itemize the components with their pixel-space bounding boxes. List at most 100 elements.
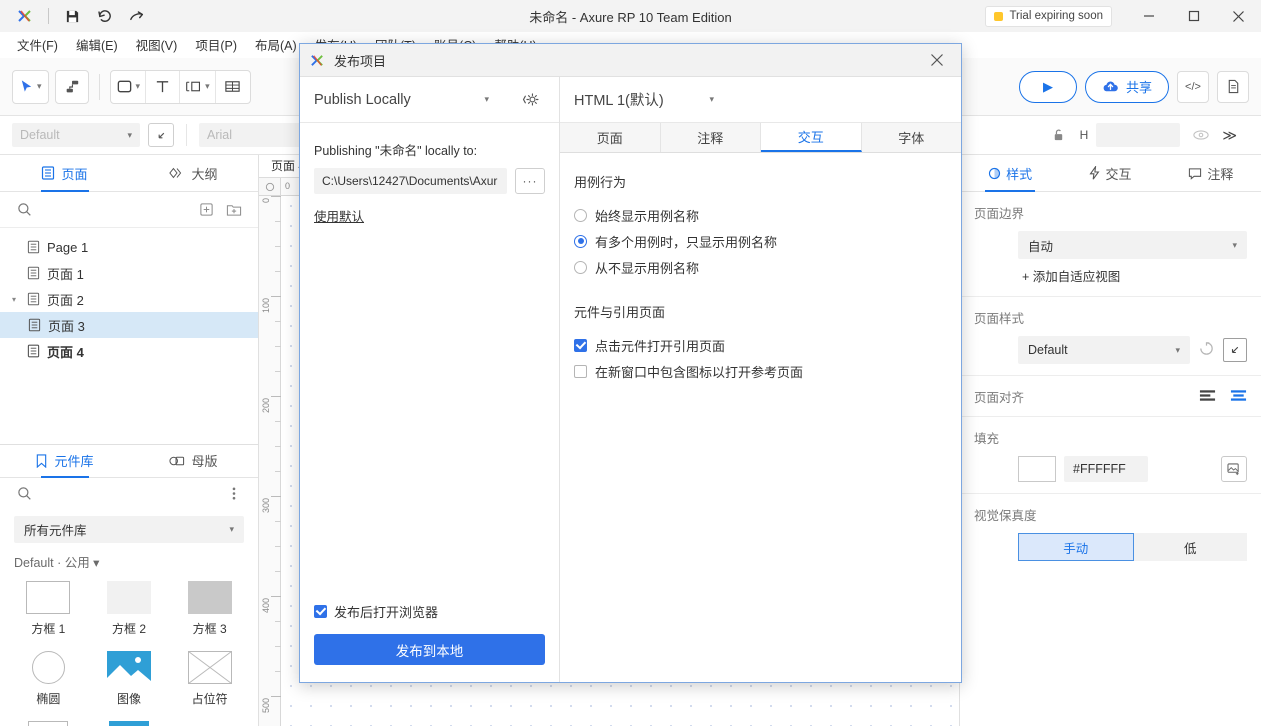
search-icon[interactable] (14, 484, 34, 504)
expand-toolbar-button[interactable]: ≫ (1222, 127, 1249, 144)
tab-pages[interactable]: 页面 (0, 155, 129, 191)
widget-button-outline[interactable]: BUTTON (8, 715, 89, 726)
preview-label: ▶ (1042, 78, 1053, 94)
minimize-button[interactable] (1126, 0, 1171, 32)
html-config-select[interactable]: HTML 1(默认) ▾ (574, 89, 734, 110)
add-adaptive-view-link[interactable]: + 添加自适应视图 (974, 266, 1247, 285)
widget-button-text[interactable]: BUTTON (169, 715, 250, 726)
dialog-tab-fonts[interactable]: 字体 (862, 123, 962, 152)
box-tool-button[interactable]: ▾ (111, 70, 147, 103)
connector-tool-button[interactable] (54, 69, 89, 104)
align-center-icon[interactable] (1230, 389, 1247, 405)
menu-item-file[interactable]: 文件(F) (8, 32, 67, 57)
widget-button-filled[interactable]: BUTTON (89, 715, 170, 726)
menu-item-layout[interactable]: 布局(A) (246, 32, 306, 57)
fill-hex-input[interactable]: #FFFFFF (1064, 456, 1148, 482)
add-page-icon[interactable] (196, 200, 216, 220)
search-icon[interactable] (14, 200, 34, 220)
close-button[interactable] (1216, 0, 1261, 32)
widget-style-select[interactable]: Default ▾ (12, 123, 140, 147)
undo-icon[interactable] (89, 3, 119, 29)
case-behavior-option-multiple[interactable]: 有多个用例时，只显示用例名称 (574, 228, 947, 254)
notes-button[interactable] (1217, 70, 1249, 103)
align-left-icon[interactable] (1199, 389, 1216, 405)
widget-reference-option-click[interactable]: 点击元件打开引用页面 (574, 332, 947, 358)
gear-icon[interactable] (517, 86, 545, 114)
maximize-button[interactable] (1171, 0, 1216, 32)
case-behavior-option-never[interactable]: 从不显示用例名称 (574, 254, 947, 280)
widget-reference-option-newwindow[interactable]: 在新窗口中包含图标以打开参考页面 (574, 358, 947, 384)
library-group-label[interactable]: Default · 公用 ▾ (0, 543, 258, 575)
inspect-code-button[interactable]: </> (1177, 70, 1209, 103)
widget-image[interactable]: 图像 (89, 645, 170, 713)
trial-status-badge[interactable]: Trial expiring soon (985, 5, 1112, 27)
publish-to-local-button[interactable]: 发布到本地 (314, 634, 545, 665)
dialog-close-icon[interactable] (923, 47, 951, 73)
page-bounds-select[interactable]: 自动 ▾ (1018, 231, 1247, 259)
preview-button[interactable]: ▶ (1018, 70, 1077, 103)
cursor-tool-button[interactable]: ▾ (12, 69, 49, 104)
publish-path-input[interactable]: C:\Users\12427\Documents\Axur (314, 168, 507, 194)
library-select[interactable]: 所有元件库 ▾ (14, 515, 244, 543)
browse-folder-button[interactable]: ··· (515, 168, 545, 194)
radio-show-when-multiple[interactable] (574, 234, 587, 248)
twisty-icon[interactable]: ▾ (8, 295, 20, 304)
page-tree-item-page-1-cn[interactable]: 页面 1 (0, 260, 258, 286)
widget-box-3[interactable]: 方框 3 (169, 575, 250, 643)
placeholder-tool-button[interactable]: ▾ (180, 70, 216, 103)
case-behavior-option-always[interactable]: 始终显示用例名称 (574, 202, 947, 228)
widget-placeholder[interactable]: 占位符 (169, 645, 250, 713)
tab-interaction[interactable]: 交互 (1060, 155, 1160, 191)
page-style-select[interactable]: Default ▾ (1018, 336, 1190, 364)
page-tree-item-page-3-cn[interactable]: 页面 3 (0, 312, 258, 338)
checkbox-include-icon-new-window[interactable] (574, 364, 587, 378)
ruler-origin-button[interactable] (259, 178, 281, 196)
widget-box-2[interactable]: 方框 2 (89, 575, 170, 643)
menu-item-project[interactable]: 项目(P) (186, 32, 246, 57)
menu-item-edit[interactable]: 编辑(E) (67, 32, 127, 57)
height-input[interactable] (1096, 123, 1181, 147)
add-folder-icon[interactable] (224, 200, 244, 220)
radio-always-show[interactable] (574, 208, 587, 222)
dialog-tab-notes[interactable]: 注释 (661, 123, 761, 152)
dialog-tab-interactions[interactable]: 交互 (761, 123, 862, 152)
fidelity-option-manual[interactable]: 手动 (1018, 533, 1134, 561)
chevron-down-icon: ▾ (37, 81, 42, 91)
widget-ellipse[interactable]: 椭圆 (8, 645, 89, 713)
menu-item-view[interactable]: 视图(V) (127, 32, 187, 57)
tab-outline[interactable]: 大纲 (129, 155, 258, 191)
radio-never-show[interactable] (574, 260, 587, 274)
fidelity-option-low[interactable]: 低 (1133, 533, 1247, 561)
redo-icon[interactable] (121, 3, 151, 29)
widget-box-1[interactable]: 方框 1 (8, 575, 89, 643)
page-tree-item-page-4-cn[interactable]: 页面 4 (0, 338, 258, 364)
edit-style-button[interactable] (1223, 338, 1247, 362)
publish-mode-row: Publish Locally ▾ (300, 77, 559, 123)
publish-mode-select[interactable]: Publish Locally ▾ (314, 92, 509, 108)
page-tree-item-page1[interactable]: Page 1 (0, 234, 258, 260)
checkbox-open-reference-page[interactable] (574, 338, 587, 352)
open-browser-checkbox[interactable] (314, 605, 327, 618)
share-button[interactable]: 共享 (1084, 70, 1169, 103)
table-tool-button[interactable] (216, 71, 250, 103)
visibility-eye-icon[interactable] (1188, 123, 1215, 147)
style-pin-button[interactable] (148, 123, 174, 147)
apply-style-icon[interactable] (1198, 341, 1215, 359)
tab-widget-library[interactable]: 元件库 (0, 445, 129, 477)
chevron-down-icon: ▾ (135, 81, 141, 91)
tab-masters[interactable]: 母版 (129, 445, 258, 477)
dialog-tab-pages[interactable]: 页面 (560, 123, 661, 152)
tab-style[interactable]: 样式 (960, 155, 1060, 191)
axure-logo-icon[interactable] (10, 3, 40, 29)
fill-color-swatch[interactable] (1018, 456, 1056, 482)
fill-image-button[interactable] (1221, 456, 1247, 482)
save-icon[interactable] (57, 3, 87, 29)
open-browser-option[interactable]: 发布后打开浏览器 (314, 602, 545, 621)
lock-ratio-icon[interactable] (1045, 123, 1072, 147)
page-tree-item-page-2-cn[interactable]: ▾ 页面 2 (0, 286, 258, 312)
text-tool-button[interactable] (146, 70, 181, 103)
vertical-ruler[interactable]: 0 100 200 300 400 500 (259, 196, 281, 726)
use-default-link[interactable]: 使用默认 (314, 206, 364, 225)
more-vertical-icon[interactable] (224, 484, 244, 504)
tab-notes[interactable]: 注释 (1161, 155, 1261, 191)
